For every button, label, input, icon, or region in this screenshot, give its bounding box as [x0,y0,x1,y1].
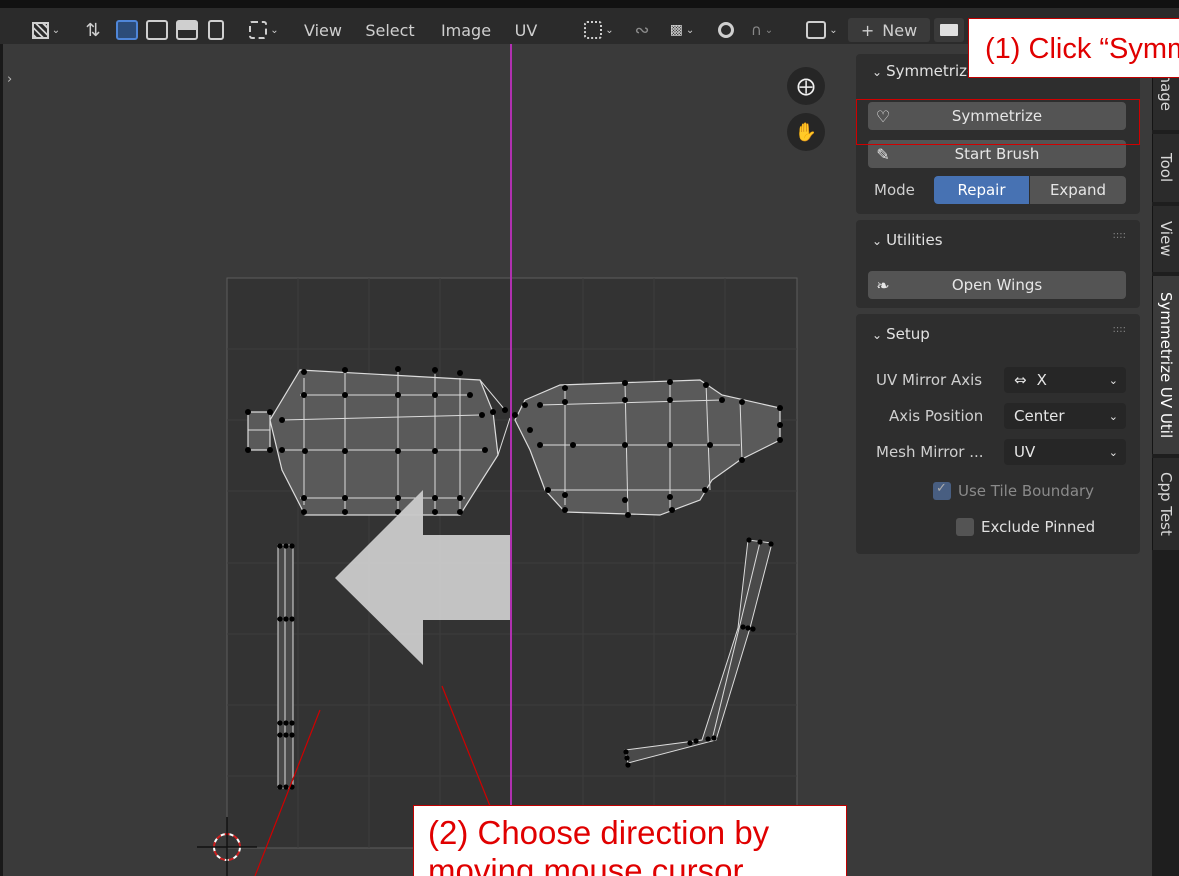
axis-position-label: Axis Position [889,407,984,425]
uv-island-left-temple [277,543,295,790]
symmetrize-panel-title: Symmetrize [886,62,977,80]
utilities-panel-title: Utilities [886,231,943,249]
callout-2-line-2: moving mouse cursor [428,852,744,876]
uv-mirror-axis-select[interactable]: ⇔ X ⌄ [1004,367,1126,393]
chevron-down-icon: ⌄ [1108,445,1118,459]
mesh-mirror-label: Mesh Mirror ... [876,443,984,461]
chevron-down-icon: ⌄ [1108,373,1118,387]
exclude-pinned-checkbox[interactable] [956,518,974,536]
uv-mirror-axis-label: UV Mirror Axis [876,371,983,389]
symmetrize-panel-header[interactable]: ⌄ Symmetrize [872,62,976,80]
callout-2-line-1: (2) Choose direction by [428,814,770,851]
mirror-axis-icon: ⇔ [1014,371,1027,389]
mesh-mirror-select[interactable]: UV ⌄ [1004,439,1126,465]
brush-icon: ✎ [876,144,890,164]
exclude-pinned-label: Exclude Pinned [981,518,1096,536]
zoom-in-icon: ⨁ [797,75,815,97]
tab-tool-label: Tool [1157,153,1175,183]
pan-button[interactable]: ✋ [787,113,825,151]
wings-icon: ❧ [876,275,890,295]
use-tile-boundary-checkbox[interactable]: ✓ [933,481,951,500]
checkmark-icon: ✓ [936,481,947,496]
chevron-down-icon: ⌄ [872,65,883,79]
mode-option-expand[interactable]: Expand [1030,176,1126,204]
tab-view-label: View [1157,221,1175,257]
open-wings-button[interactable]: ❧ Open Wings [868,271,1126,299]
zoom-button[interactable]: ⨁ [787,67,825,105]
setup-panel-title: Setup [886,325,930,343]
hand-pan-icon: ✋ [794,121,818,143]
mode-label: Mode [874,181,915,199]
chevron-down-icon: ⌄ [1108,409,1118,423]
symmetrize-highlight-box [856,99,1140,145]
mesh-mirror-value: UV [1014,443,1036,461]
use-tile-boundary-label: Use Tile Boundary [958,482,1095,500]
mode-option-repair[interactable]: Repair [934,176,1029,204]
uv-mirror-axis-value: X [1036,371,1047,389]
chevron-down-icon: ⌄ [872,328,883,342]
tab-view[interactable]: View [1152,206,1179,272]
drag-handle-icon[interactable]: :::: [1113,230,1126,241]
tab-symmetrize-label: Symmetrize UV Util [1157,291,1175,439]
open-wings-button-label: Open Wings [951,276,1043,294]
tab-cpp-test[interactable]: Cpp Test [1152,458,1179,550]
callout-2: (2) Choose direction by moving mouse cur… [413,805,847,876]
axis-position-select[interactable]: Center ⌄ [1004,403,1126,429]
chevron-down-icon: ⌄ [872,234,883,248]
callout-1: (1) Click “Symmetrize” [968,18,1179,78]
tab-tool[interactable]: Tool [1152,134,1179,202]
axis-position-value: Center [1014,407,1065,425]
tab-cpp-test-label: Cpp Test [1157,472,1175,536]
setup-panel-header[interactable]: ⌄ Setup [872,325,930,343]
drag-handle-icon[interactable]: :::: [1113,324,1126,335]
tab-symmetrize-uv-util[interactable]: Symmetrize UV Util [1152,276,1179,454]
start-brush-button-label: Start Brush [954,145,1040,163]
utilities-panel-header[interactable]: ⌄ Utilities [872,231,943,249]
